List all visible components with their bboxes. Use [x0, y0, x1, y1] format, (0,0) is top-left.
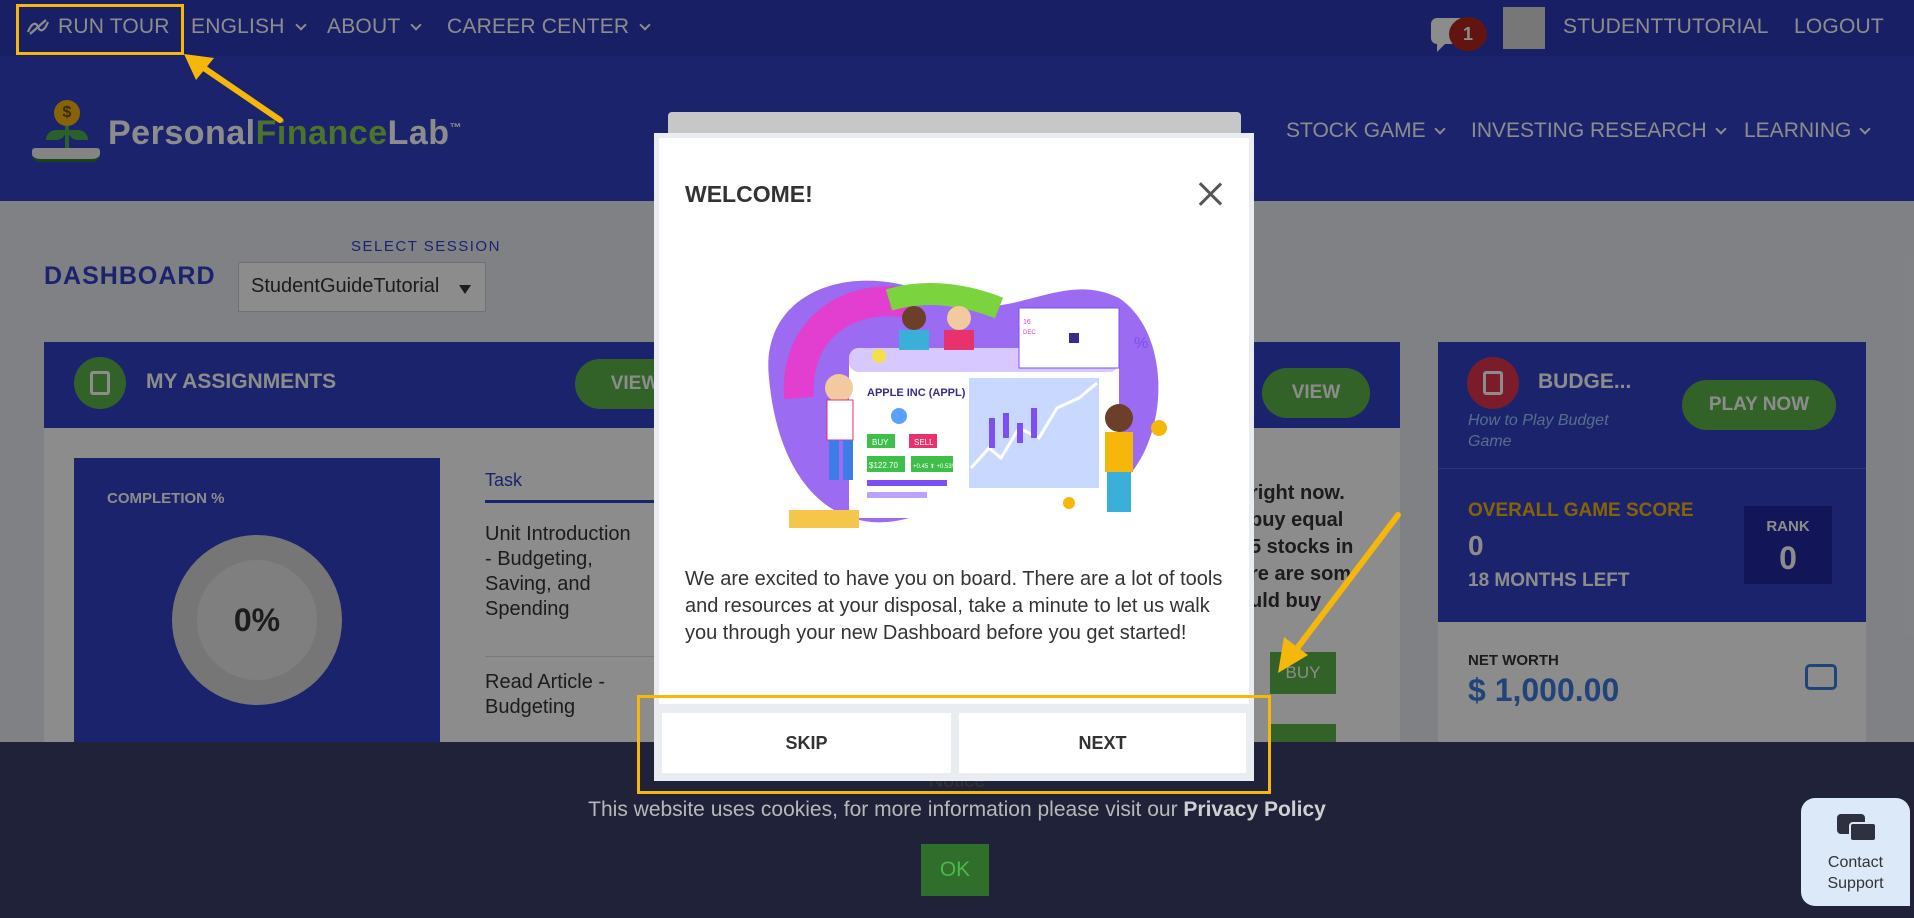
illus-percent: % — [1134, 335, 1148, 352]
welcome-modal: WELCOME! APPLE INC (APPL) BUY SELL $122.… — [654, 133, 1254, 781]
cookie-ok-button[interactable]: OK — [921, 844, 989, 896]
privacy-policy-link[interactable]: Privacy Policy — [1183, 798, 1325, 821]
illus-change: +0.45 ⬆ +0.53% — [913, 463, 958, 470]
illus-price: $122.70 — [869, 461, 898, 470]
modal-buttons-highlight — [637, 695, 1271, 794]
close-icon[interactable] — [1197, 181, 1223, 207]
modal-title: WELCOME! — [685, 181, 813, 207]
run-tour-highlight — [16, 4, 184, 55]
illus-calendar-day: 16 — [1023, 319, 1031, 326]
contact-support-button[interactable]: Contact Support — [1801, 798, 1910, 906]
arrow-icon — [184, 54, 283, 123]
illus-buy: BUY — [872, 438, 889, 447]
chat-icon — [1837, 814, 1877, 846]
arrow-icon — [1278, 512, 1401, 673]
illus-calendar-month: DEC — [1023, 330, 1036, 336]
illus-stock-name: APPLE INC (APPL) — [867, 387, 966, 399]
contact-support-label: Contact Support — [1827, 854, 1884, 892]
modal-body-text: We are excited to have you on board. The… — [685, 568, 1223, 644]
illus-sell: SELL — [914, 438, 934, 447]
cookie-text: This website uses cookies, for more info… — [588, 798, 1326, 821]
welcome-illustration: APPLE INC (APPL) BUY SELL $122.70 +0.45 … — [768, 280, 1167, 528]
